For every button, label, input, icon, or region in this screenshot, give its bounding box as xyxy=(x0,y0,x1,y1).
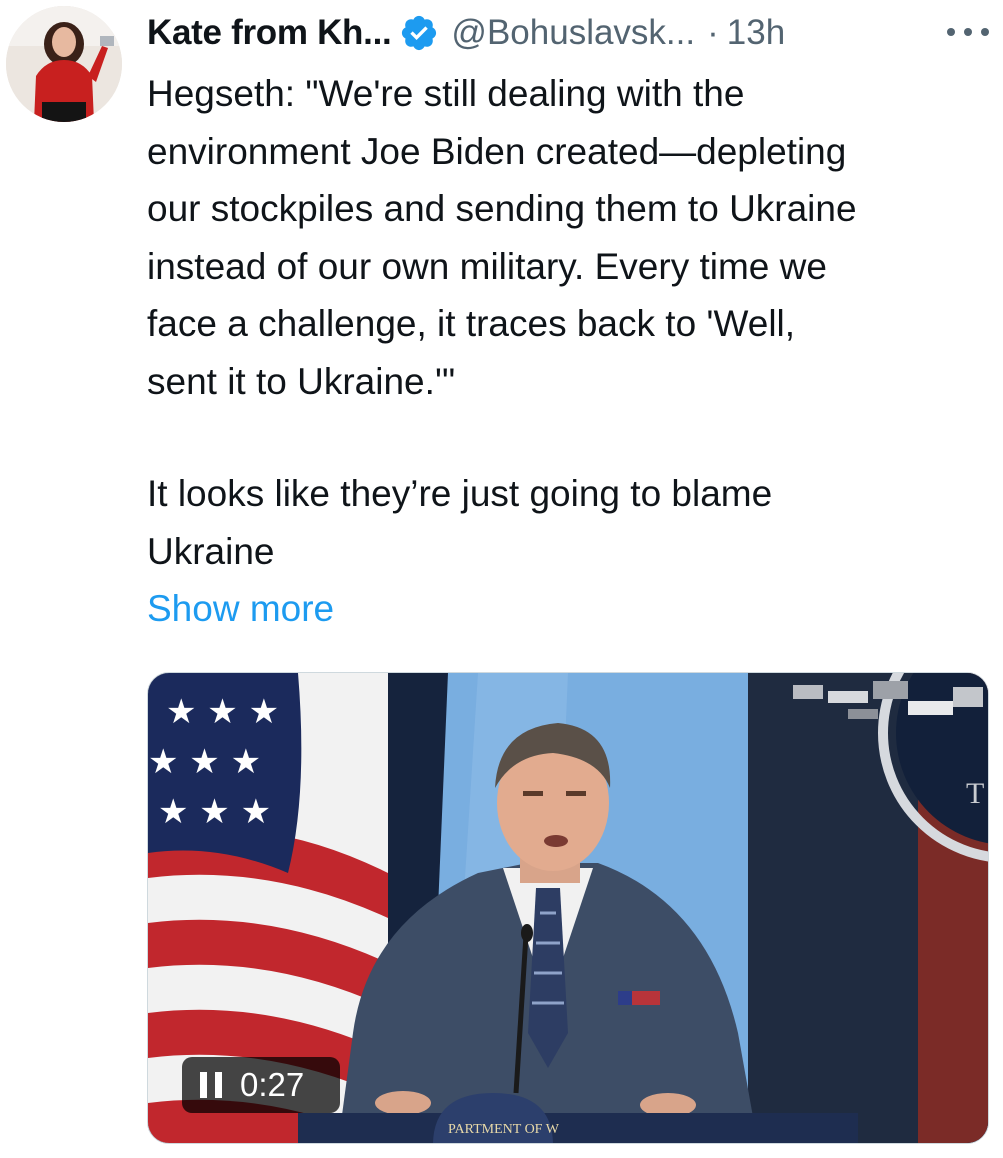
author-display-name[interactable]: Kate from Kh... xyxy=(147,13,392,53)
avatar[interactable] xyxy=(6,6,122,122)
pause-icon[interactable] xyxy=(200,1072,222,1098)
show-more-link[interactable]: Show more xyxy=(147,580,334,638)
tweet[interactable]: Kate from Kh... @Bohuslavsk... · 13h Heg… xyxy=(0,0,1003,1158)
tweet-text-paragraph-2: It looks like they’re just going to blam… xyxy=(147,473,773,572)
video-playback-control[interactable]: 0:27 xyxy=(182,1057,340,1113)
tweet-text-paragraph-1: Hegseth: "We're still dealing with the e… xyxy=(147,73,857,402)
verified-badge-icon xyxy=(399,13,439,53)
svg-text:★ ★ ★: ★ ★ ★ xyxy=(158,792,271,832)
more-options-icon[interactable] xyxy=(945,12,991,52)
more-dot xyxy=(981,28,989,36)
video-player[interactable]: T ★ ★ ★ ★ ★ ★ ★ ★ ★ PARTMENT OF W 0:27 xyxy=(147,672,989,1144)
svg-text:★ ★ ★: ★ ★ ★ xyxy=(148,742,261,782)
author-handle[interactable]: @Bohuslavsk... xyxy=(451,13,695,53)
tweet-header: Kate from Kh... @Bohuslavsk... · 13h xyxy=(147,8,993,58)
more-dot xyxy=(947,28,955,36)
video-duration: 0:27 xyxy=(240,1066,305,1103)
separator-dot: · xyxy=(707,13,719,52)
more-dot xyxy=(964,28,972,36)
avatar-image xyxy=(6,6,122,122)
timestamp[interactable]: 13h xyxy=(727,13,785,53)
seal-letter: T xyxy=(966,777,984,810)
seal-text: PARTMENT OF W xyxy=(448,1122,560,1137)
svg-text:★ ★ ★: ★ ★ ★ xyxy=(166,692,279,732)
